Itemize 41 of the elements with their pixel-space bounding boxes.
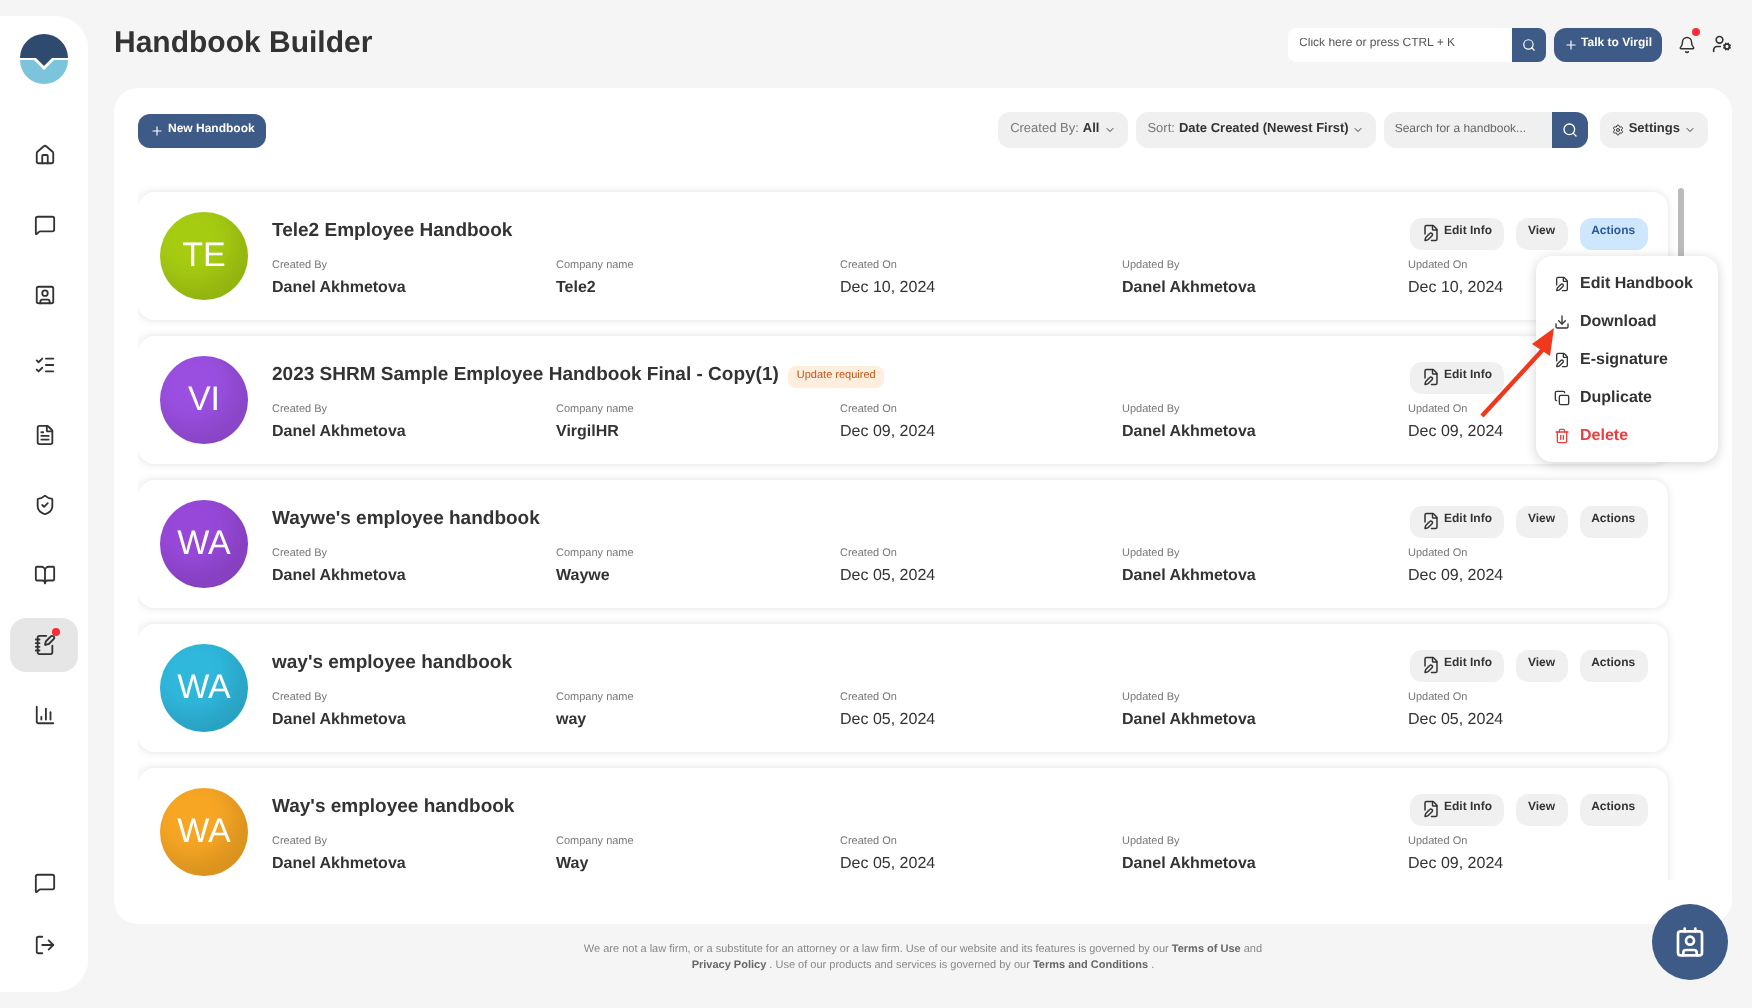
field-value: Dec 10, 2024: [840, 275, 936, 299]
field-value: Danel Akhmetova: [1122, 707, 1256, 731]
avatar: WA: [160, 788, 248, 876]
field-value: Danel Akhmetova: [1122, 851, 1256, 875]
field-value: VirgilHR: [556, 419, 619, 443]
field-value: Way: [556, 851, 589, 875]
menu-item[interactable]: Delete: [1536, 416, 1718, 454]
field-value: Dec 05, 2024: [840, 707, 936, 731]
field-value: Dec 10, 2024: [1408, 275, 1504, 299]
avatar: TE: [160, 212, 248, 300]
field-value: Danel Akhmetova: [1122, 563, 1256, 587]
field-value: Tele2: [556, 275, 596, 299]
handbook-title: way's employee handbook: [272, 650, 512, 679]
field-value: Danel Akhmetova: [272, 707, 406, 731]
field-value: Dec 09, 2024: [1408, 419, 1504, 443]
menu-item[interactable]: Duplicate: [1536, 378, 1718, 416]
field-value: Danel Akhmetova: [272, 851, 406, 875]
handbook-title: Way's employee handbook: [272, 794, 515, 823]
field-value: way: [556, 707, 587, 731]
menu-item[interactable]: E-signature: [1536, 340, 1718, 378]
avatar: VI: [160, 356, 248, 444]
avatar: WA: [160, 644, 248, 732]
field-value: Danel Akhmetova: [272, 275, 406, 299]
field-value: Dec 09, 2024: [1408, 563, 1504, 587]
field-value: Waywe: [556, 563, 610, 587]
field-value: Dec 05, 2024: [840, 563, 936, 587]
field-value: Danel Akhmetova: [272, 419, 406, 443]
field-value: Dec 09, 2024: [840, 419, 936, 443]
field-value: Danel Akhmetova: [1122, 419, 1256, 443]
page-title: Handbook Builder: [114, 23, 373, 64]
menu-item[interactable]: Download: [1536, 302, 1718, 340]
avatar: WA: [160, 500, 248, 588]
handbook-title: 2023 SHRM Sample Employee Handbook Final - Copy(1): [272, 362, 779, 391]
field-value: Danel Akhmetova: [1122, 275, 1256, 299]
field-value: Dec 05, 2024: [840, 851, 936, 875]
handbook-title: Tele2 Employee Handbook: [272, 218, 513, 247]
field-value: Dec 09, 2024: [1408, 851, 1504, 875]
handbook-title: Waywe's employee handbook: [272, 506, 540, 535]
field-value: Dec 05, 2024: [1408, 707, 1504, 731]
menu-item[interactable]: Edit Handbook: [1536, 264, 1718, 302]
field-value: Danel Akhmetova: [272, 563, 406, 587]
